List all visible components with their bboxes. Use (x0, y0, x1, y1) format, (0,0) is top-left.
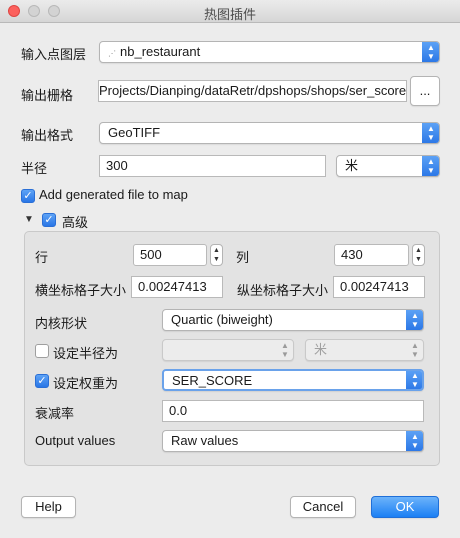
decay-label: 衰减率 (35, 406, 75, 421)
output-values-label: Output values (35, 433, 116, 448)
chevron-updown-icon: ▲ ▼ (422, 123, 439, 143)
output-format-label: 输出格式 (21, 128, 74, 143)
cell-y-input[interactable]: 0.00247413 (333, 276, 425, 298)
cell-y-label: 纵坐标格子大小 (237, 283, 329, 298)
input-layer-select[interactable]: ⋰ nb_restaurant ▲ ▼ (99, 41, 440, 63)
radius-label: 半径 (21, 161, 48, 176)
radius-unit-value: 米 (345, 158, 359, 173)
add-to-map-checkbox[interactable]: ✓ (21, 189, 35, 203)
radius-field-select[interactable]: ▲ ▼ (162, 339, 294, 361)
window-title: 热图插件 (203, 7, 256, 22)
radius-unit-select[interactable]: 米 ▲ ▼ (336, 155, 440, 177)
cancel-button[interactable]: Cancel (290, 496, 356, 518)
cols-stepper[interactable]: ▲ ▼ (412, 244, 425, 266)
output-values-select[interactable]: Raw values ▲ ▼ (162, 430, 424, 452)
chevron-updown-icon: ▲ ▼ (281, 341, 289, 359)
cell-x-input[interactable]: 0.00247413 (131, 276, 223, 298)
decay-input[interactable]: 0.0 (162, 400, 424, 422)
radius-from-label: 设定半径为 (53, 346, 119, 361)
weight-from-checkbox[interactable]: ✓ (35, 374, 49, 388)
chevron-updown-icon: ▲ ▼ (422, 42, 439, 62)
ok-button[interactable]: OK (371, 496, 439, 518)
weight-from-label: 设定权重为 (53, 376, 119, 391)
cols-label: 列 (236, 250, 250, 265)
output-values-value: Raw values (171, 433, 239, 448)
rows-input[interactable]: 500 (133, 244, 207, 266)
kernel-select[interactable]: Quartic (biweight) ▲ ▼ (162, 309, 424, 331)
disclosure-triangle-icon[interactable]: ▼ (24, 214, 34, 225)
point-layer-icon: ⋰ (108, 49, 116, 58)
rows-label: 行 (35, 250, 49, 265)
add-to-map-label: Add generated file to map (39, 187, 188, 202)
weight-field-value: SER_SCORE (172, 373, 253, 388)
weight-field-select[interactable]: SER_SCORE ▲ ▼ (162, 369, 424, 391)
chevron-updown-icon: ▲ ▼ (406, 371, 422, 389)
kernel-value: Quartic (biweight) (171, 312, 273, 327)
chevron-updown-icon: ▲ ▼ (422, 156, 439, 176)
kernel-label: 内核形状 (35, 316, 88, 331)
output-format-value: GeoTIFF (108, 125, 161, 140)
rows-stepper[interactable]: ▲ ▼ (210, 244, 223, 266)
help-button[interactable]: Help (21, 496, 76, 518)
input-layer-label: 输入点图层 (21, 47, 87, 62)
radius-field-unit-select[interactable]: 米 ▲ ▼ (305, 339, 424, 361)
cols-input[interactable]: 430 (334, 244, 409, 266)
output-raster-input[interactable]: Projects/Dianping/dataRetr/dpshops/shops… (98, 80, 407, 102)
advanced-label: 高级 (62, 215, 89, 230)
output-format-select[interactable]: GeoTIFF ▲ ▼ (99, 122, 440, 144)
chevron-updown-icon: ▲ ▼ (411, 341, 419, 359)
advanced-checkbox[interactable]: ✓ (42, 213, 56, 227)
title-bar: 热图插件 (0, 0, 460, 23)
radius-input[interactable]: 300 (99, 155, 326, 177)
browse-button[interactable]: ... (410, 76, 440, 106)
output-raster-label: 输出栅格 (21, 88, 74, 103)
chevron-updown-icon: ▲ ▼ (406, 310, 423, 330)
radius-from-checkbox[interactable] (35, 344, 49, 358)
chevron-updown-icon: ▲ ▼ (406, 431, 423, 451)
radius-field-unit-value: 米 (314, 342, 328, 357)
input-layer-value: nb_restaurant (120, 44, 201, 59)
cell-x-label: 横坐标格子大小 (35, 283, 127, 298)
heatmap-dialog: 热图插件 输入点图层 ⋰ nb_restaurant ▲ ▼ 输出栅格 Projec… (0, 0, 460, 538)
